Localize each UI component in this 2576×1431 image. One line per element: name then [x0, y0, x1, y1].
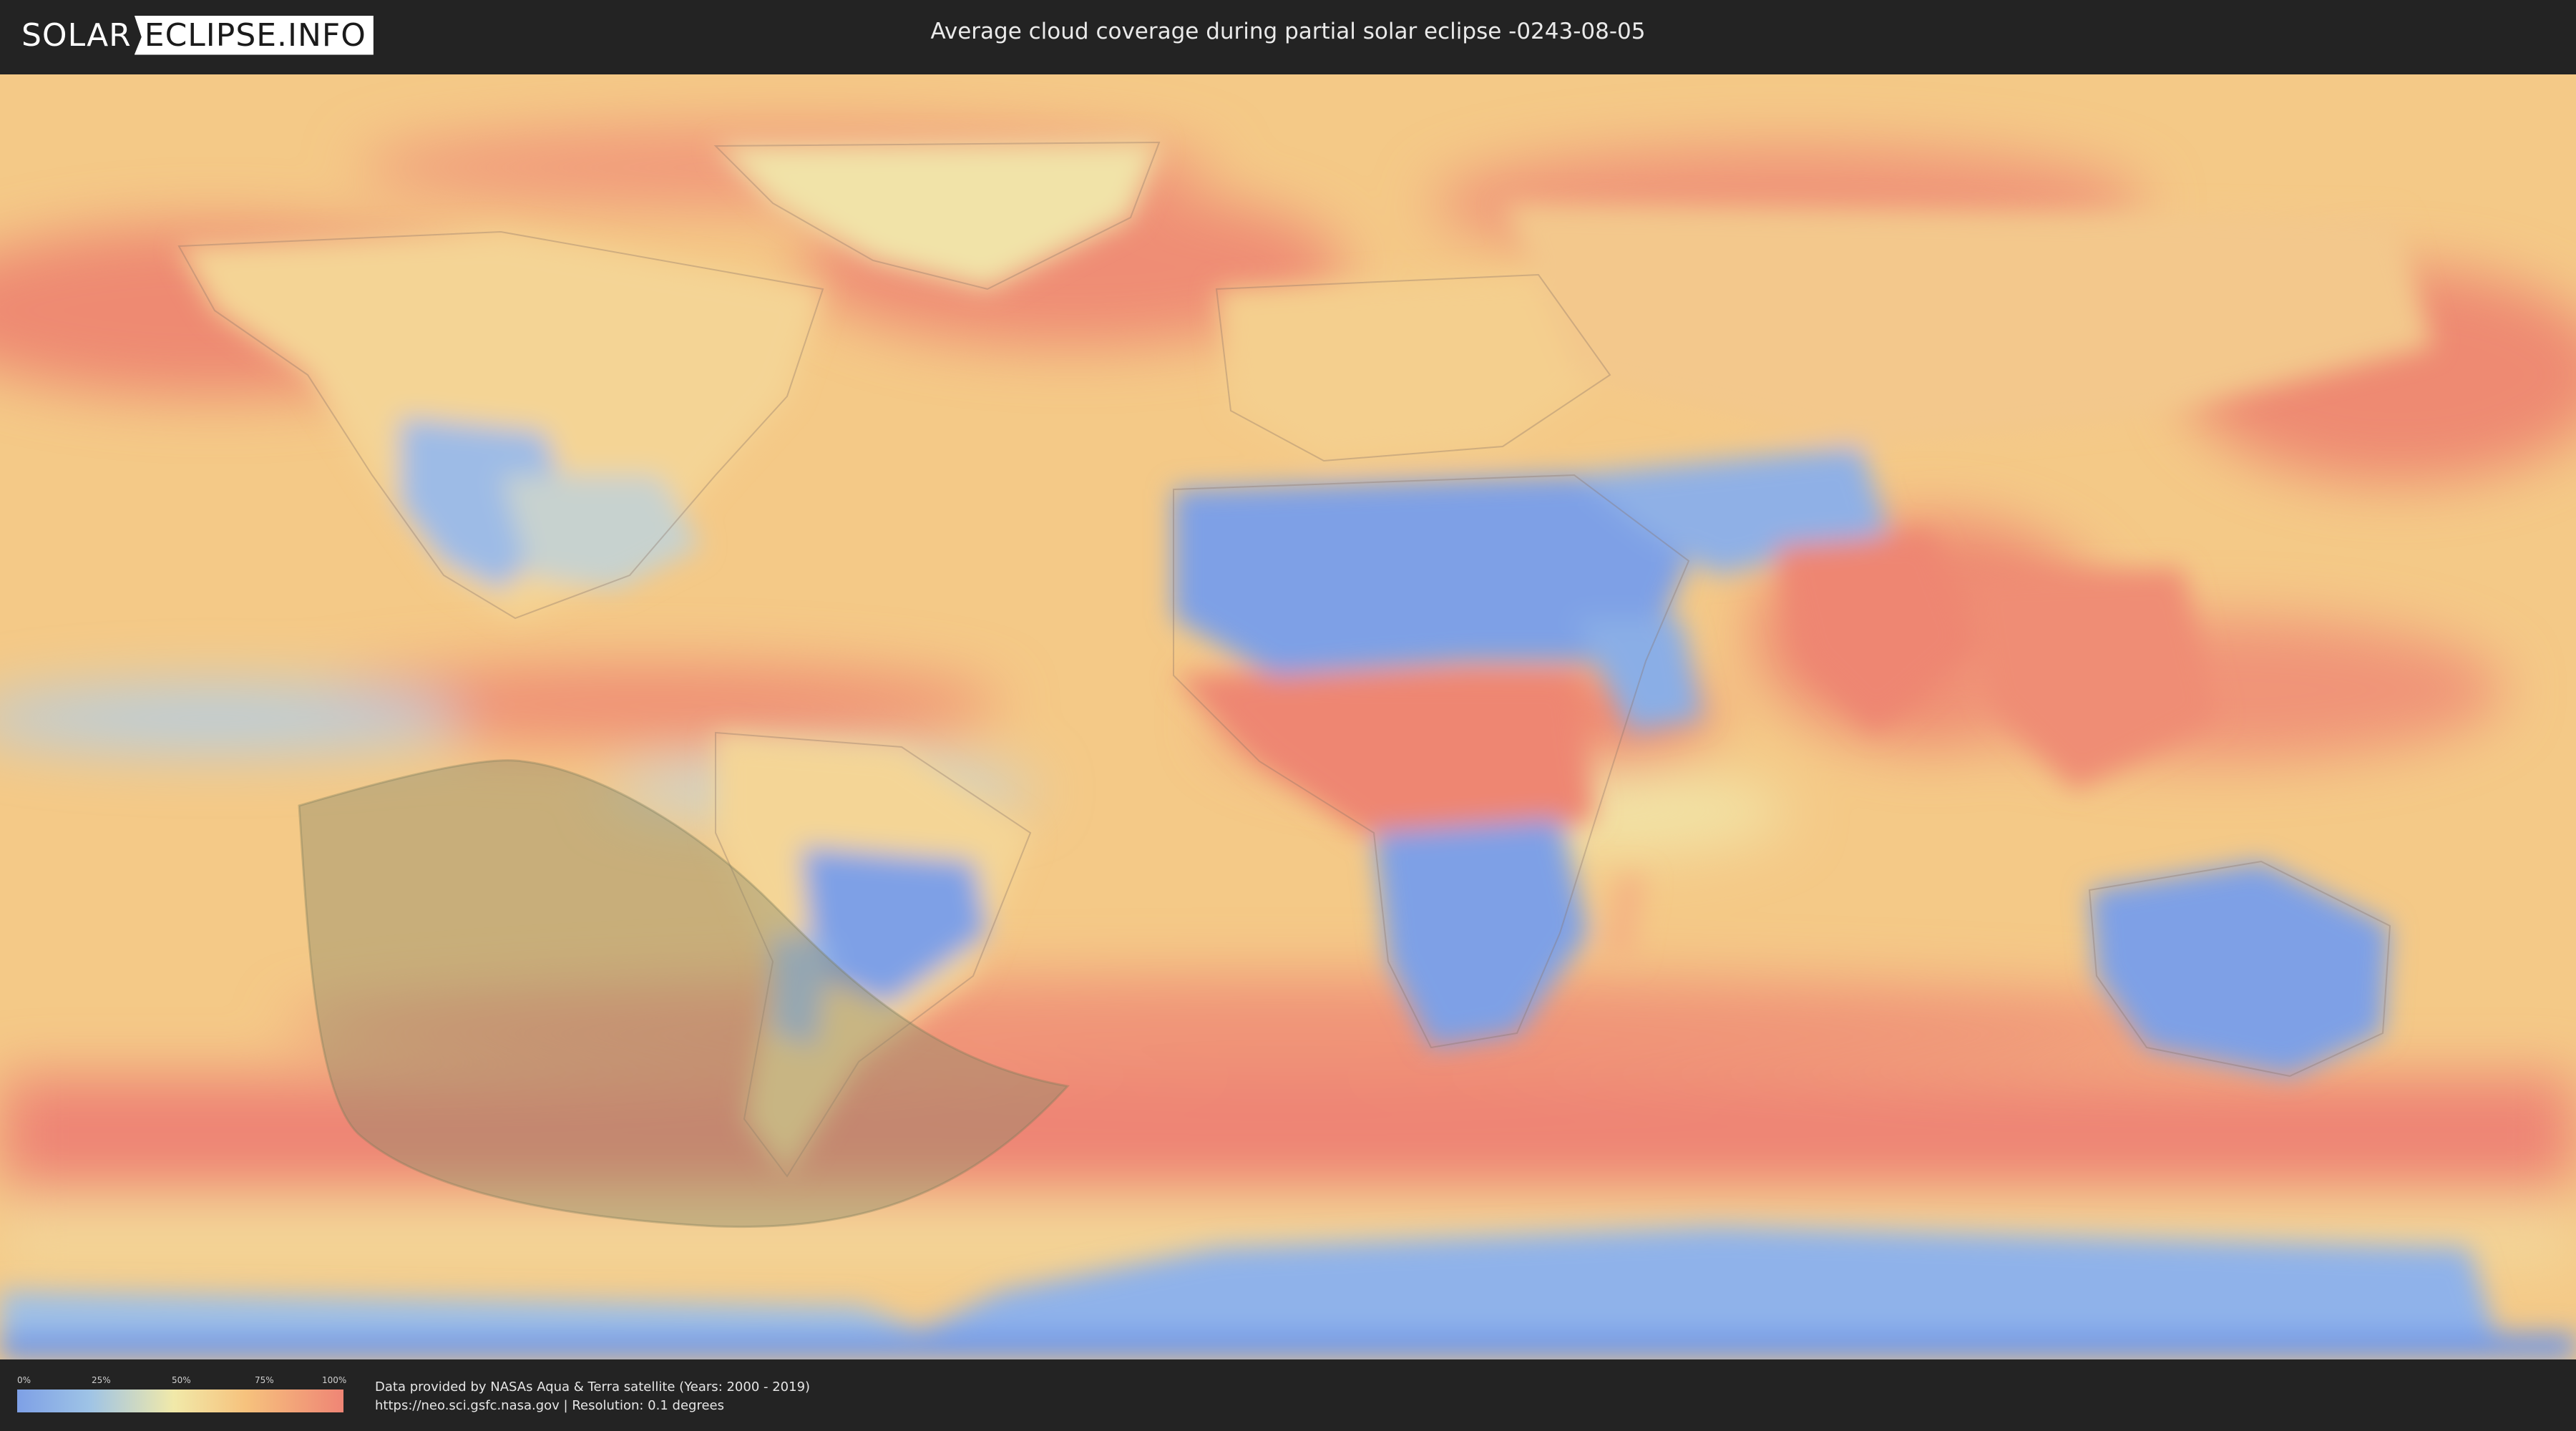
legend-tick-25: 25% [92, 1375, 111, 1385]
cloud-coverage-color-scale [17, 1390, 343, 1412]
credit-url-line[interactable]: https://neo.sci.gsfc.nasa.gov | Resoluti… [375, 1397, 810, 1415]
legend-tick-75: 75% [255, 1375, 274, 1385]
legend-ticks: 0% 25% 50% 75% 100% [17, 1375, 347, 1385]
legend-tick-0: 0% [17, 1375, 31, 1385]
world-map-svg [0, 74, 2576, 1359]
legend-tick-50: 50% [172, 1375, 191, 1385]
cloud-coverage-map[interactable] [0, 74, 2576, 1359]
legend-tick-100: 100% [322, 1375, 347, 1385]
header-bar: SOLAR ECLIPSE.INFO Average cloud coverag… [0, 0, 2576, 72]
data-credits: Data provided by NASAs Aqua & Terra sate… [375, 1378, 810, 1415]
credit-source-line: Data provided by NASAs Aqua & Terra sate… [375, 1379, 811, 1395]
page-title: Average cloud coverage during partial so… [930, 19, 1646, 44]
